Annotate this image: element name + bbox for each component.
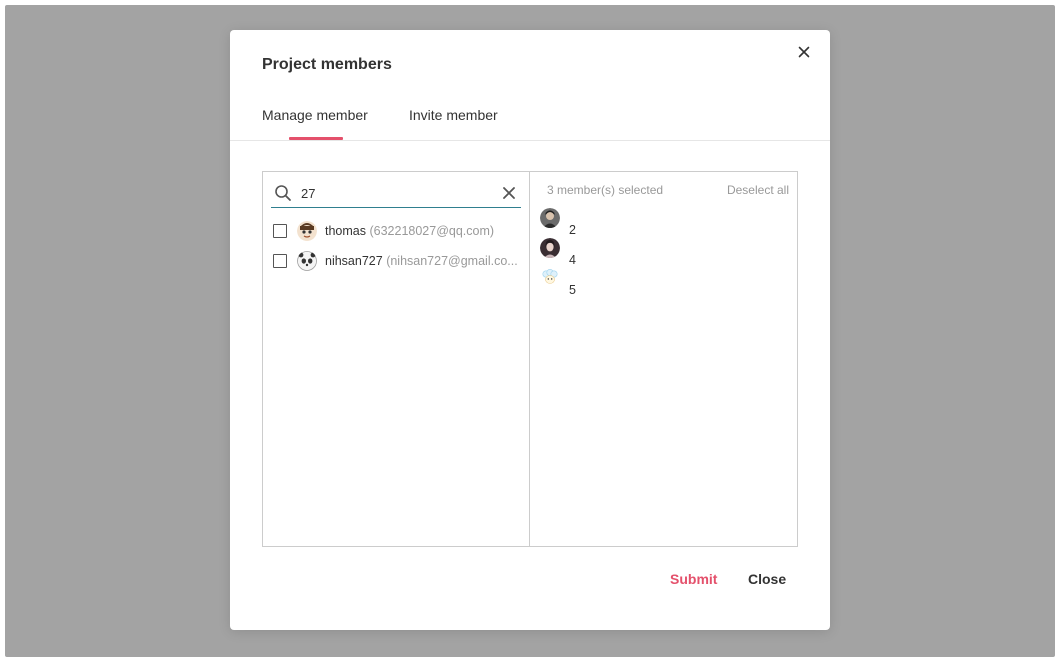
result-row-thomas[interactable]: thomas (632218027@qq.com) xyxy=(263,216,530,246)
selected-member-row: 2 xyxy=(530,208,797,238)
selected-member-list: 2 4 5 xyxy=(530,208,797,298)
search-result-list: thomas (632218027@qq.com) nihsan727 (nih… xyxy=(263,216,530,276)
member-transfer-panel: thomas (632218027@qq.com) xyxy=(262,171,798,547)
selected-member-name: 5 xyxy=(569,283,576,297)
search-icon xyxy=(274,184,292,202)
tab-invite-member[interactable]: Invite member xyxy=(409,107,498,123)
result-email: (632218027@qq.com) xyxy=(369,224,495,238)
photo-avatar-man xyxy=(540,208,560,228)
result-text: nihsan727 (nihsan727@gmail.co... xyxy=(325,254,521,268)
result-name: nihsan727 xyxy=(325,254,383,268)
dialog-title: Project members xyxy=(262,56,392,73)
tab-bar: Manage member Invite member xyxy=(230,100,830,141)
search-pane: thomas (632218027@qq.com) xyxy=(263,172,530,546)
selected-member-row: 5 xyxy=(530,268,797,298)
cartoon-sheep-avatar xyxy=(540,268,560,288)
panda-avatar xyxy=(297,251,317,271)
result-checkbox[interactable] xyxy=(273,254,287,268)
selected-member-name: 4 xyxy=(569,253,576,267)
search-input[interactable] xyxy=(301,183,491,203)
photo-avatar-woman xyxy=(540,238,560,258)
result-row-nihsan727[interactable]: nihsan727 (nihsan727@gmail.co... xyxy=(263,246,530,276)
close-button[interactable]: Close xyxy=(748,571,786,587)
result-email: (nihsan727@gmail.co... xyxy=(386,254,518,268)
selected-member-row: 4 xyxy=(530,238,797,268)
search-box xyxy=(271,176,521,208)
submit-button[interactable]: Submit xyxy=(670,571,717,587)
project-members-dialog: Project members Manage member Invite mem… xyxy=(230,30,830,630)
clear-icon[interactable] xyxy=(502,186,516,200)
selected-pane: 3 member(s) selected Deselect all 2 4 5 xyxy=(530,172,797,546)
tab-manage-member[interactable]: Manage member xyxy=(262,107,368,123)
result-name: thomas xyxy=(325,224,366,238)
deselect-all-link[interactable]: Deselect all xyxy=(727,183,789,197)
selected-count: 3 member(s) selected xyxy=(547,183,664,197)
close-icon[interactable] xyxy=(796,44,812,60)
selected-member-name: 2 xyxy=(569,223,576,237)
cartoon-face-avatar xyxy=(297,221,317,241)
result-text: thomas (632218027@qq.com) xyxy=(325,224,521,238)
result-checkbox[interactable] xyxy=(273,224,287,238)
active-tab-indicator xyxy=(289,137,343,140)
